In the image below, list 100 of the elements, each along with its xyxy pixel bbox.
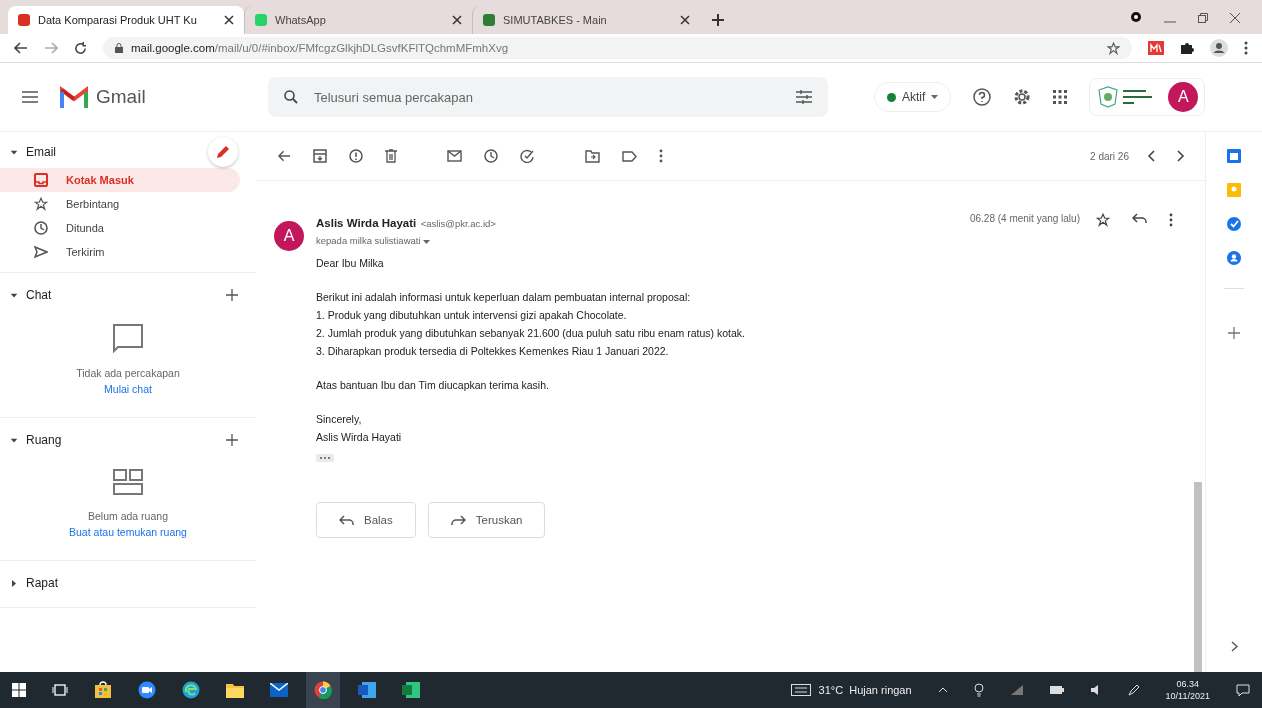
bulb-icon[interactable] bbox=[973, 683, 984, 697]
more-icon[interactable] bbox=[1169, 213, 1173, 227]
search-icon bbox=[284, 90, 298, 104]
section-toggle[interactable]: Ruang bbox=[12, 433, 62, 447]
report-icon[interactable] bbox=[349, 149, 363, 163]
filter-icon[interactable] bbox=[796, 90, 812, 104]
caret-icon bbox=[10, 293, 18, 297]
settings-icon[interactable] bbox=[1013, 88, 1032, 106]
close-icon[interactable] bbox=[1230, 13, 1240, 23]
scrollbar-thumb[interactable] bbox=[1194, 482, 1202, 672]
task-view-icon[interactable] bbox=[52, 683, 68, 697]
close-icon[interactable] bbox=[224, 15, 234, 25]
search-input[interactable]: Telusuri semua percakapan bbox=[312, 88, 782, 106]
document-icon[interactable] bbox=[358, 682, 376, 698]
add-icon[interactable] bbox=[1228, 327, 1240, 339]
caret-icon bbox=[10, 438, 18, 442]
folder-icon[interactable] bbox=[226, 682, 244, 698]
browser-tab[interactable]: SIMUTABKES - Main bbox=[472, 6, 700, 34]
folder-item[interactable]: Terkirim bbox=[0, 240, 240, 264]
expand-icon[interactable] bbox=[1230, 641, 1238, 652]
next-icon[interactable] bbox=[1177, 150, 1185, 162]
search-bar[interactable]: Telusuri semua percakapan bbox=[268, 77, 828, 117]
sender-name: Aslis Wirda Hayati bbox=[316, 217, 417, 229]
tasks-icon[interactable] bbox=[1226, 216, 1242, 232]
section-toggle[interactable]: Chat bbox=[12, 288, 52, 302]
restore-icon[interactable] bbox=[1198, 13, 1208, 23]
star-icon bbox=[34, 197, 48, 211]
archive-icon[interactable] bbox=[313, 149, 327, 163]
puzzle-icon[interactable] bbox=[1180, 41, 1194, 55]
pen-icon[interactable] bbox=[1127, 684, 1140, 696]
body-text: Dear Ibu Milka bbox=[316, 256, 385, 271]
star-icon[interactable] bbox=[1107, 41, 1120, 55]
folder-item[interactable]: Berbintang bbox=[0, 192, 240, 216]
clock-date[interactable]: 10/11/2021 bbox=[1165, 691, 1210, 701]
empty-state-link[interactable]: Mulai chat bbox=[104, 383, 152, 395]
section-toggle[interactable]: Rapat bbox=[12, 576, 59, 590]
body-text: Sincerely, bbox=[316, 412, 363, 427]
browser-tab[interactable]: Data Komparasi Produk UHT Ku bbox=[8, 6, 244, 34]
taskbar-button[interactable] bbox=[306, 672, 340, 708]
spreadsheet-icon[interactable] bbox=[402, 682, 420, 698]
reply-button[interactable]: Balas bbox=[316, 502, 416, 538]
add-icon[interactable] bbox=[226, 434, 238, 446]
browser-tab[interactable]: WhatsApp bbox=[244, 6, 472, 34]
body-text: Berikut ini adalah informasi untuk keperluan dalam pembuatan internal proposal: bbox=[316, 290, 692, 305]
favicon-icon bbox=[255, 14, 267, 26]
folder-item[interactable]: Ditunda bbox=[0, 216, 240, 240]
section-toggle[interactable]: Email bbox=[12, 145, 56, 159]
show-trimmed-icon[interactable] bbox=[316, 454, 334, 462]
browser-icon[interactable] bbox=[182, 681, 200, 699]
trash-icon[interactable] bbox=[385, 149, 397, 163]
folder-item[interactable]: Kotak Masuk bbox=[0, 168, 240, 192]
more-icon[interactable] bbox=[659, 149, 663, 163]
network-icon[interactable] bbox=[1009, 684, 1024, 696]
extension-icon[interactable] bbox=[1148, 41, 1164, 55]
mail-icon[interactable] bbox=[270, 683, 288, 697]
menu-icon[interactable] bbox=[22, 91, 38, 103]
apps-icon[interactable] bbox=[1053, 90, 1068, 104]
reply-icon[interactable] bbox=[1132, 213, 1147, 224]
back-icon[interactable] bbox=[14, 42, 28, 54]
lock-icon bbox=[115, 43, 123, 53]
close-icon[interactable] bbox=[680, 15, 690, 25]
forward-button[interactable]: Teruskan bbox=[427, 502, 546, 538]
body-text: Aslis Wirda Hayati bbox=[316, 430, 403, 445]
empty-state-link[interactable]: Buat atau temukan ruang bbox=[69, 526, 187, 538]
notifications-icon[interactable] bbox=[1236, 683, 1250, 697]
contacts-icon[interactable] bbox=[1226, 250, 1242, 266]
mail-icon[interactable] bbox=[447, 150, 462, 162]
video-call-icon[interactable] bbox=[138, 681, 156, 699]
clock-icon bbox=[34, 221, 48, 235]
weather-icon[interactable] bbox=[790, 684, 811, 696]
weather-text[interactable]: 31°C Hujan ringan bbox=[818, 684, 912, 696]
task-icon[interactable] bbox=[520, 149, 535, 163]
reload-icon[interactable] bbox=[74, 41, 87, 55]
recipient-dropdown[interactable]: kepada milka sulistiawati bbox=[316, 235, 496, 246]
clock-time[interactable]: 06.34 bbox=[1176, 679, 1200, 689]
battery-icon[interactable] bbox=[1049, 686, 1064, 694]
star-icon[interactable] bbox=[1096, 213, 1110, 227]
profile-icon[interactable] bbox=[1210, 39, 1228, 57]
close-icon[interactable] bbox=[452, 15, 462, 25]
caret-icon bbox=[931, 95, 939, 99]
status-button[interactable]: Aktif bbox=[874, 82, 952, 112]
new-tab-icon[interactable] bbox=[712, 14, 724, 26]
app-name: Gmail bbox=[96, 86, 146, 108]
more-icon[interactable] bbox=[1244, 41, 1248, 55]
back-icon[interactable] bbox=[278, 150, 291, 162]
recording-icon[interactable] bbox=[1130, 11, 1142, 23]
folder-icon[interactable] bbox=[585, 149, 600, 163]
account-avatar[interactable]: A bbox=[1168, 82, 1199, 112]
previous-icon[interactable] bbox=[1147, 150, 1155, 162]
chevron-up-icon[interactable] bbox=[937, 687, 948, 693]
clock-icon[interactable] bbox=[484, 149, 498, 163]
calendar-icon[interactable] bbox=[1226, 148, 1242, 164]
label-icon[interactable] bbox=[622, 150, 637, 162]
help-icon[interactable] bbox=[973, 88, 992, 106]
add-icon[interactable] bbox=[226, 289, 238, 301]
start-icon[interactable] bbox=[12, 683, 26, 697]
chat-icon bbox=[112, 323, 144, 353]
reply-icon bbox=[339, 514, 354, 526]
address-field[interactable]: mail.google.com/mail/u/0/#inbox/FMfcgzGlkjhDLGsvfKFlTQchmMFmhXvg bbox=[103, 37, 1132, 59]
store-icon[interactable] bbox=[94, 681, 112, 699]
